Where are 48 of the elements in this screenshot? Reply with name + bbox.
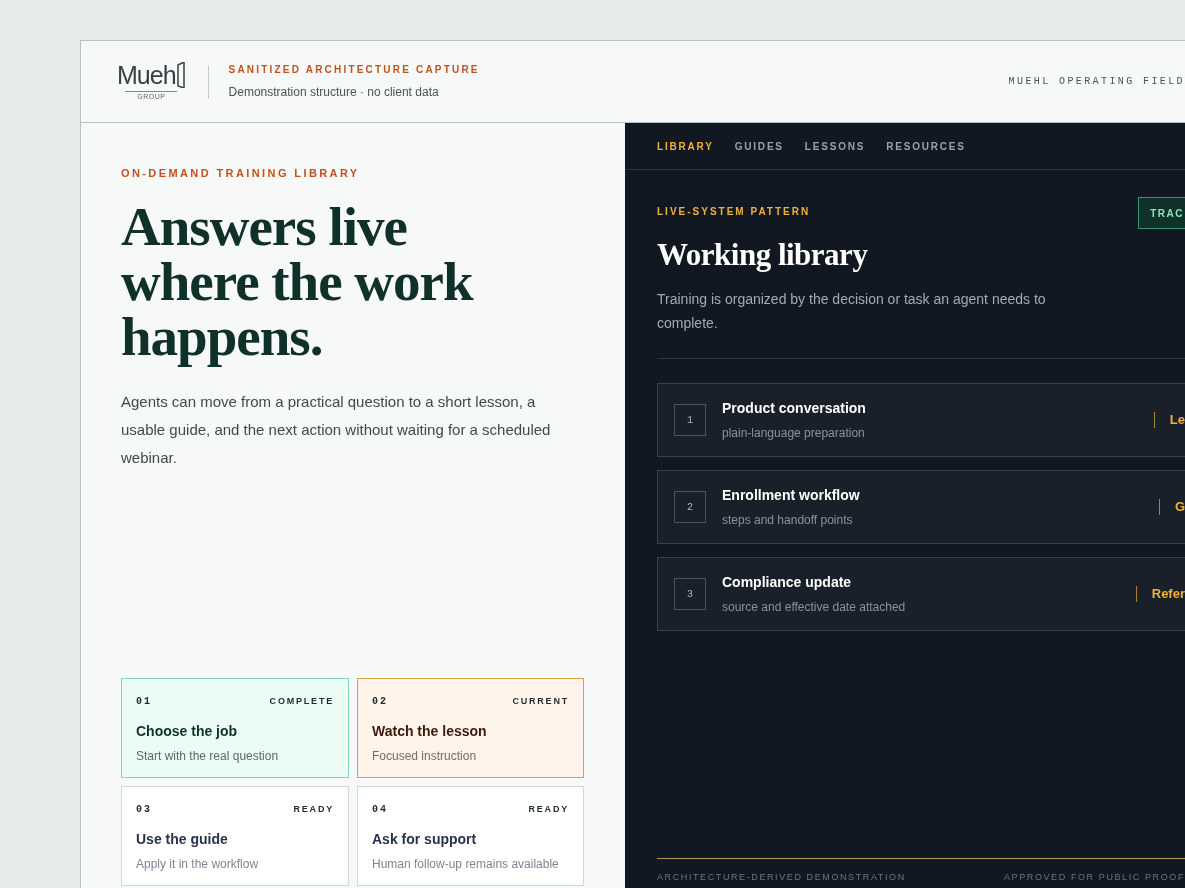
nav-tab[interactable]: LESSONS <box>804 138 866 154</box>
library-item[interactable]: 3 Compliance update source and effective date attached Refer <box>657 557 1185 631</box>
item-number: 2 <box>674 491 706 523</box>
header-eyebrow: SANITIZED ARCHITECTURE CAPTURE <box>228 63 480 77</box>
item-title: Product conversation <box>722 399 866 418</box>
step-status: READY <box>528 802 569 816</box>
step-title: Use the guide <box>136 830 229 849</box>
item-tag: G <box>1174 497 1185 517</box>
footer-note: ARCHITECTURE-DERIVED DEMONSTRATION <box>657 870 906 884</box>
library-item[interactable]: 2 Enrollment workflow steps and handoff points G <box>657 470 1185 544</box>
step-number: 01 <box>136 695 152 709</box>
header-label: MUEHL OPERATING FIELD <box>1008 75 1185 89</box>
item-tag: Le <box>1169 410 1185 430</box>
step-title: Ask for support <box>372 830 478 849</box>
footer-note: APPROVED FOR PUBLIC PROOF <box>1003 870 1185 884</box>
item-title: Enrollment workflow <box>722 486 860 505</box>
item-title: Compliance update <box>722 573 853 592</box>
library-description: Training is organized by the decision or task an agent needs to complete. <box>657 290 1047 333</box>
item-tag: Refer <box>1151 584 1185 604</box>
step-subtitle: Start with the real question <box>136 748 280 765</box>
nav-tab[interactable]: GUIDES <box>734 138 784 154</box>
item-number: 1 <box>674 404 706 436</box>
library-eyebrow: LIVE-SYSTEM PATTERN <box>657 205 811 219</box>
header-subtitle: Demonstration structure · no client data <box>228 84 440 101</box>
step-status: CURRENT <box>512 694 569 708</box>
hero-description: Agents can move from a practical question to a short lesson, a usable guide, and the next action without waiting for a scheduled webinar. <box>121 391 552 468</box>
step-subtitle: Apply it in the workflow <box>136 856 260 873</box>
nav-tab[interactable]: LIBRARY <box>657 138 714 154</box>
step-subtitle: Human follow-up remains available <box>372 856 560 873</box>
item-subtitle: plain-language preparation <box>722 425 866 442</box>
track-badge: TRAC <box>1138 197 1185 229</box>
step-status: COMPLETE <box>269 694 334 708</box>
step-title: Watch the lesson <box>372 722 488 741</box>
step-status: READY <box>293 802 334 816</box>
step-number: 03 <box>136 803 152 817</box>
item-number: 3 <box>674 578 706 610</box>
library-heading: Working library <box>657 236 869 274</box>
step-subtitle: Focused instruction <box>372 748 478 765</box>
nav-tab[interactable]: RESOURCES <box>886 138 966 154</box>
item-subtitle: steps and handoff points <box>722 512 854 529</box>
item-subtitle: source and effective date attached <box>722 599 906 616</box>
logo-wordmark: Mueh <box>117 63 176 88</box>
step-title: Choose the job <box>136 722 239 741</box>
step-number: 02 <box>372 695 388 709</box>
hero-eyebrow: ON-DEMAND TRAINING LIBRARY <box>121 166 361 181</box>
logo-mark-icon <box>176 62 186 88</box>
step-number: 04 <box>372 803 388 817</box>
library-item[interactable]: 1 Product conversation plain-language preparation Le <box>657 383 1185 457</box>
